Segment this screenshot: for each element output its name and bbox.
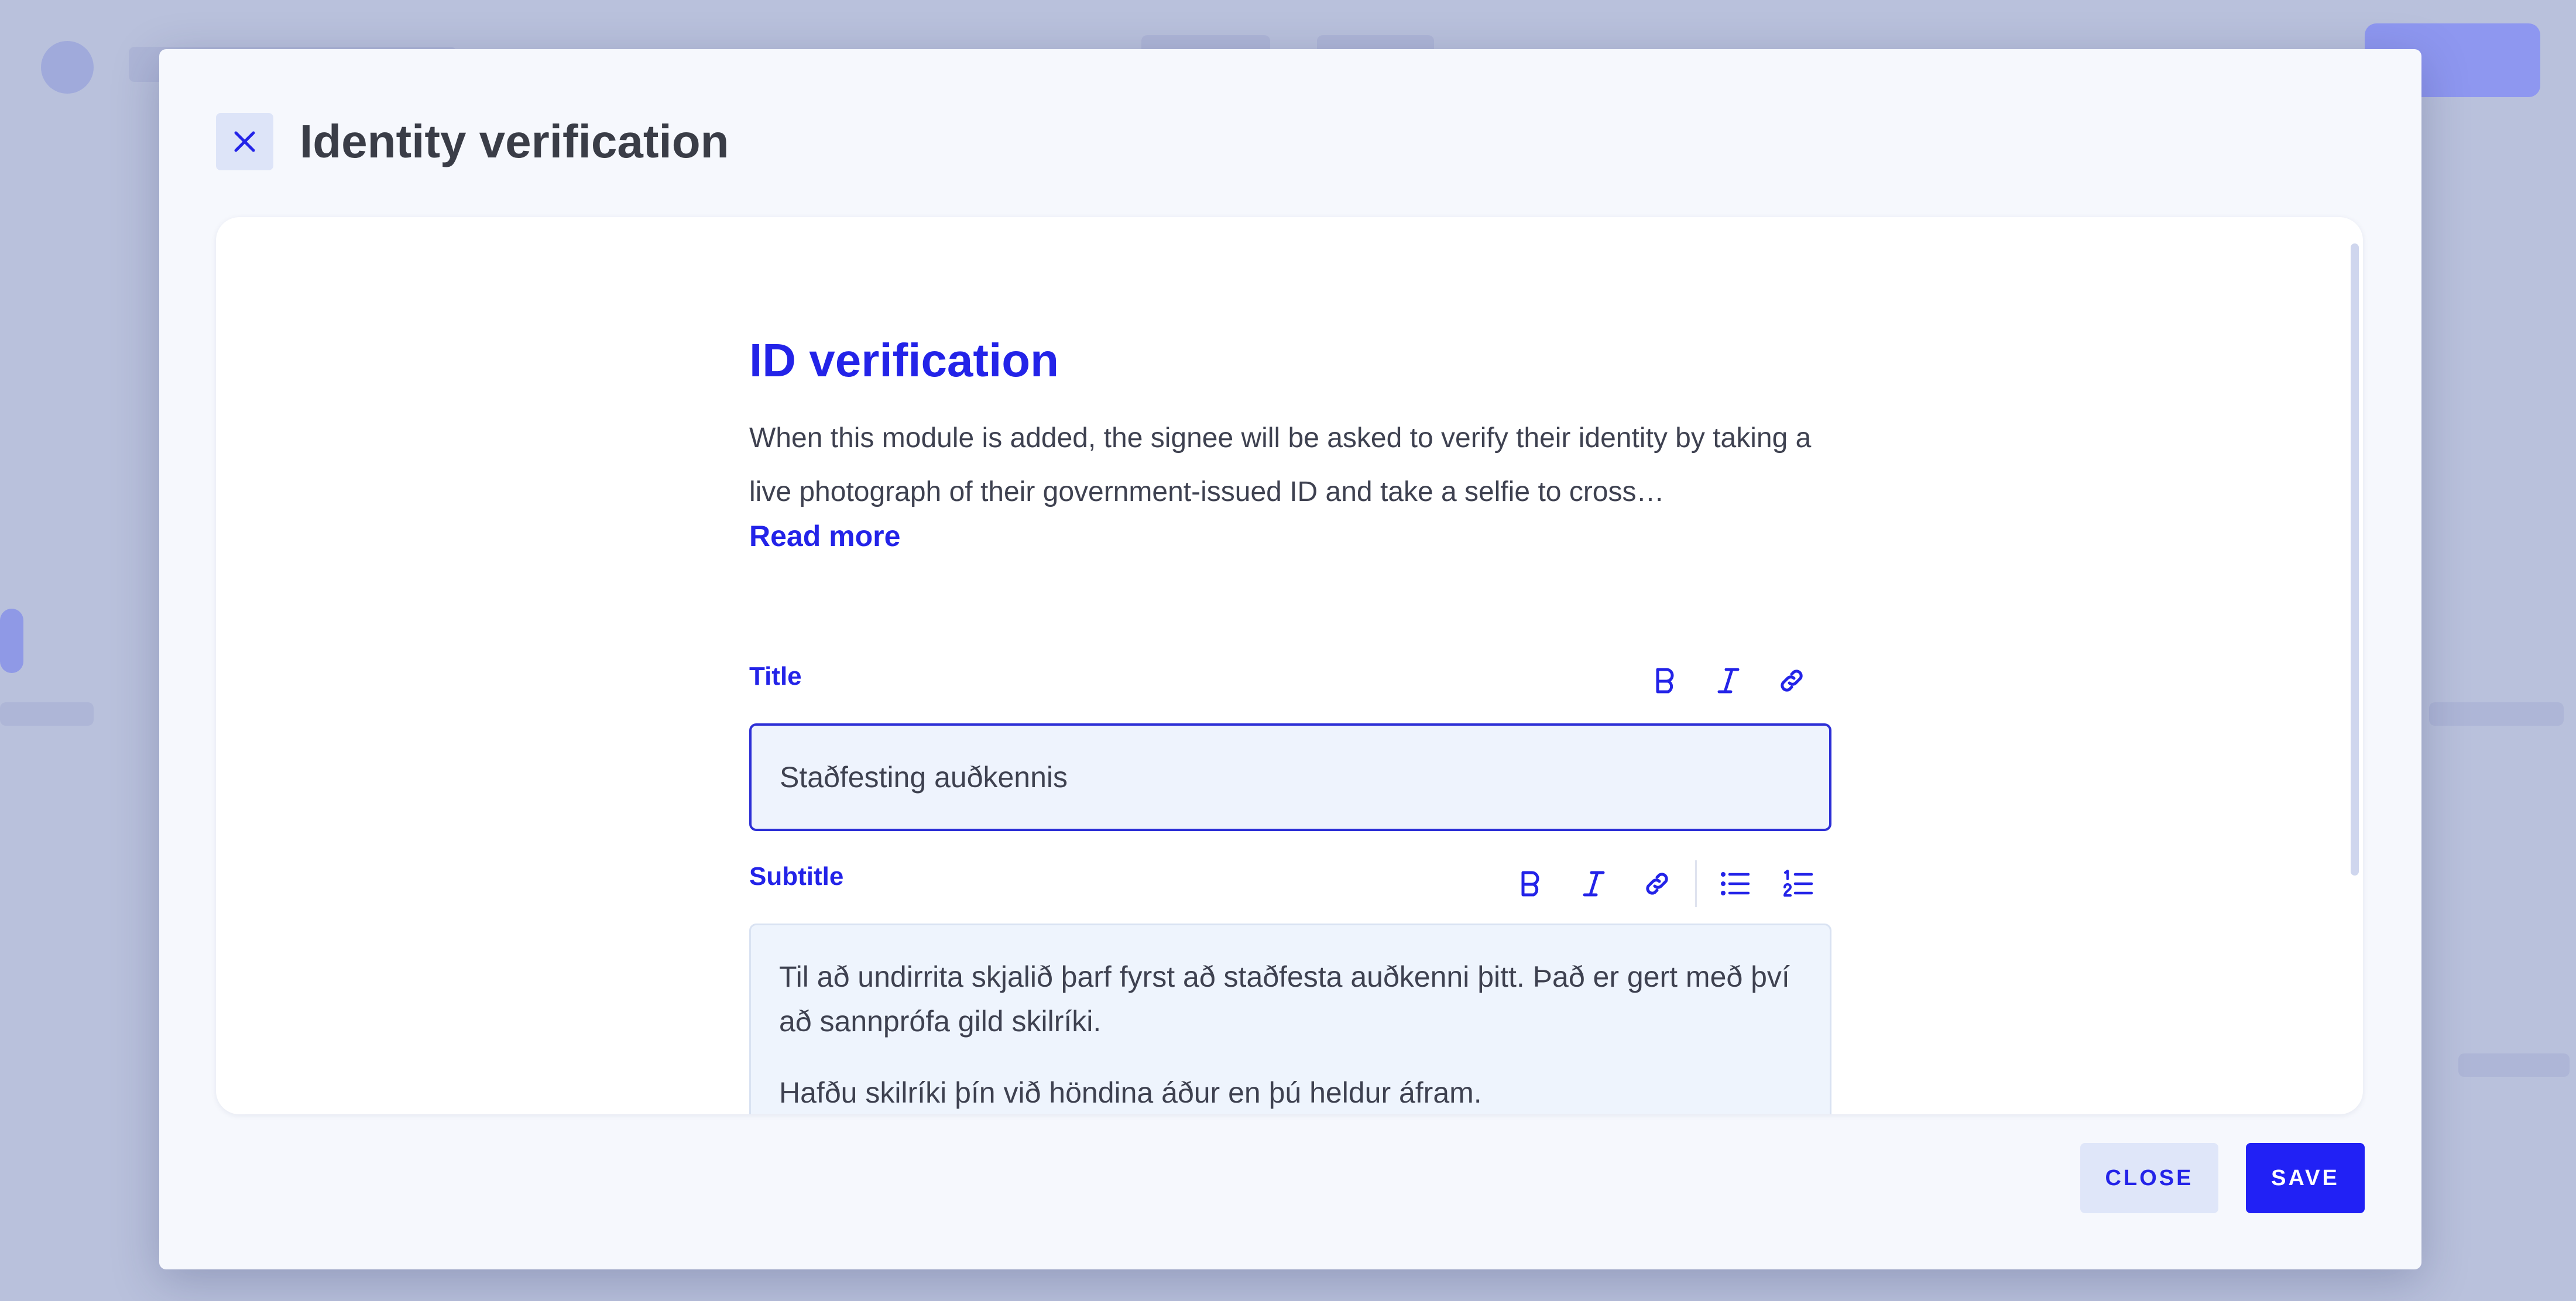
module-heading: ID verification [749, 334, 1059, 386]
subtitle-editor[interactable]: Til að undirrita skjalið þarf fyrst að s… [749, 924, 1831, 1114]
background-text [2458, 1053, 2570, 1077]
subtitle-numbered-list-button[interactable] [1778, 863, 1819, 904]
identity-verification-modal: Identity verification ID verification Wh… [159, 49, 2421, 1269]
background-sidebar-marker [0, 609, 23, 673]
save-button[interactable]: SAVE [2246, 1143, 2365, 1213]
close-modal-button[interactable] [216, 113, 273, 170]
bold-icon [1521, 871, 1539, 897]
title-toolbar [1645, 660, 1812, 701]
title-italic-button[interactable] [1708, 660, 1749, 701]
title-input[interactable] [749, 723, 1831, 831]
modal-title: Identity verification [300, 115, 729, 167]
italic-icon [1583, 871, 1605, 897]
subtitle-toolbar [1510, 860, 1819, 907]
subtitle-link-button[interactable] [1637, 863, 1678, 904]
bulleted-list-icon [1721, 872, 1750, 895]
bold-icon [1656, 668, 1674, 694]
close-icon [234, 131, 255, 152]
link-icon [1781, 670, 1803, 692]
subtitle-italic-button[interactable] [1573, 863, 1614, 904]
subtitle-bulleted-list-button[interactable] [1714, 863, 1755, 904]
subtitle-label: Subtitle [749, 862, 844, 891]
title-bold-button[interactable] [1645, 660, 1686, 701]
title-label: Title [749, 662, 802, 691]
card-scrollbar[interactable] [2351, 243, 2359, 876]
module-description: When this module is added, the signee wi… [749, 423, 1812, 507]
title-link-button[interactable] [1771, 660, 1812, 701]
subtitle-paragraph: Til að undirrita skjalið þarf fyrst að s… [779, 960, 1790, 1038]
background-logo [41, 41, 94, 94]
close-button[interactable]: CLOSE [2080, 1143, 2218, 1213]
subtitle-paragraph: Hafðu skilríki þín við höndina áður en þ… [779, 1076, 1482, 1109]
background-text [2429, 702, 2564, 726]
read-more-link[interactable]: Read more [749, 516, 900, 557]
background-text [0, 702, 94, 726]
subtitle-bold-button[interactable] [1510, 863, 1551, 904]
toolbar-divider [1695, 860, 1697, 907]
link-icon [1646, 873, 1668, 895]
italic-icon [1717, 668, 1740, 694]
module-settings-card: ID verification When this module is adde… [216, 217, 2363, 1114]
numbered-list-icon [1783, 870, 1813, 897]
